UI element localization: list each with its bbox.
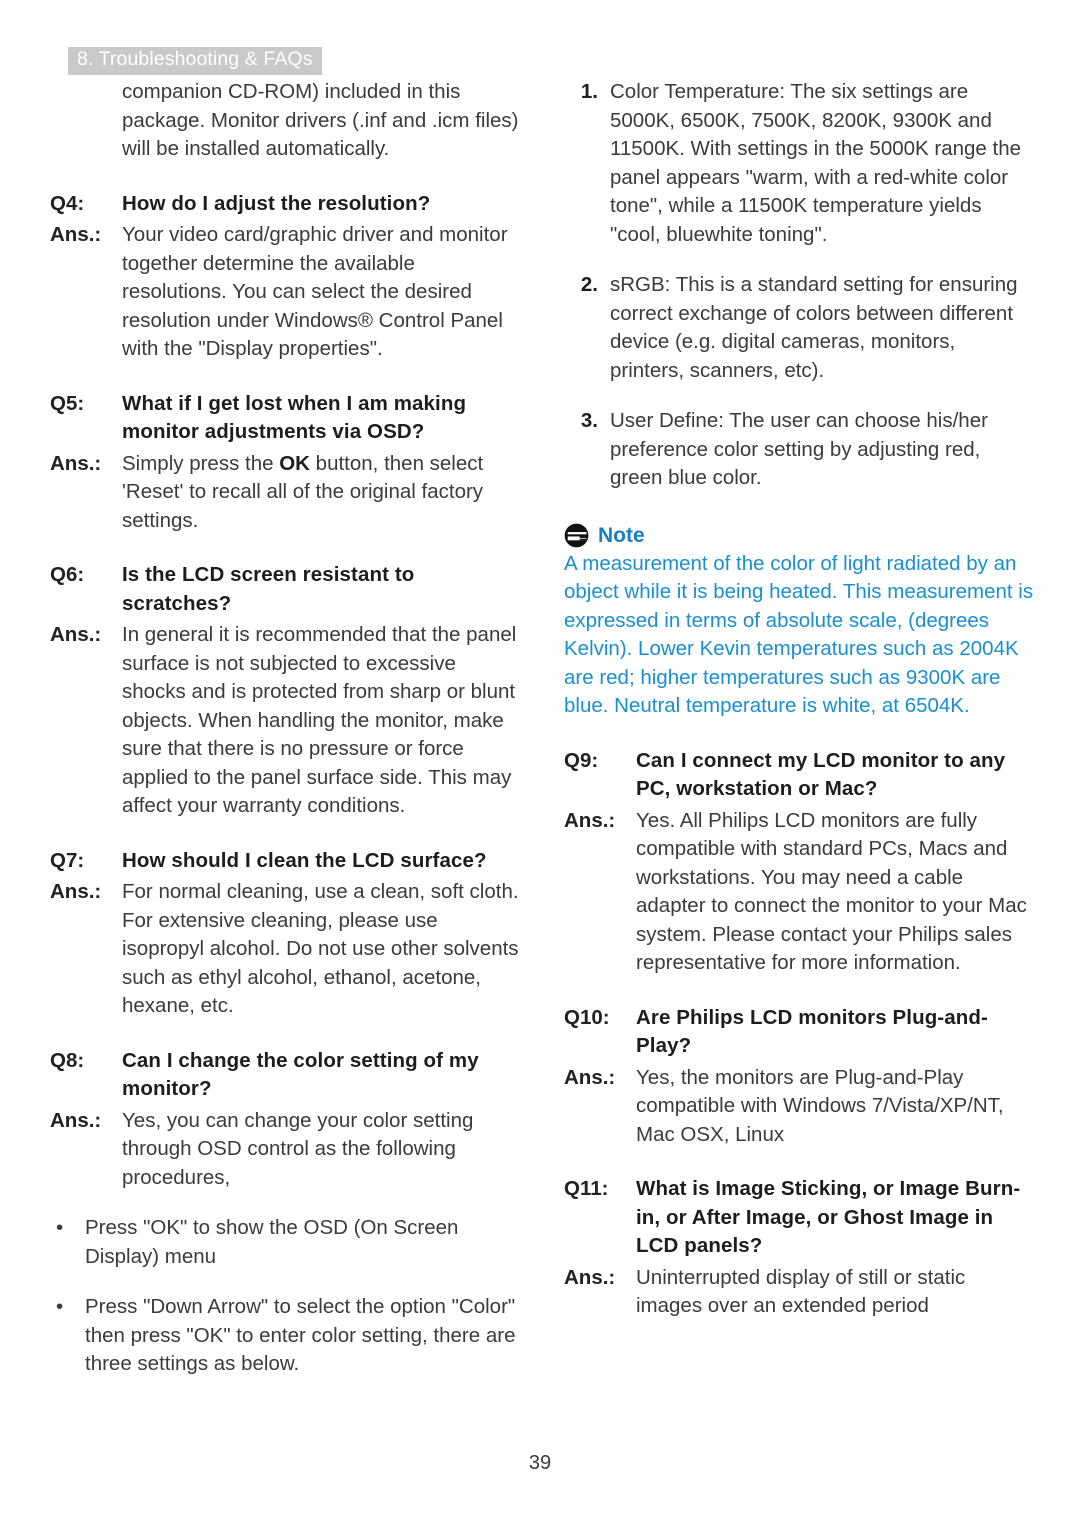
- q5-answer-label: Ans.:: [50, 451, 102, 475]
- q11-label: Q11:: [564, 1177, 609, 1200]
- q10-answer-label: Ans.:: [564, 1065, 616, 1089]
- qa-answer-q7: Ans.: For normal cleaning, use a clean, …: [50, 878, 520, 1021]
- qa-question-q7: Q7: How should I clean the LCD surface?: [50, 847, 520, 876]
- q6-answer-text: In general it is recommended that the pa…: [122, 623, 517, 817]
- qa-question-q8: Q8: Can I change the color setting of my…: [50, 1047, 520, 1104]
- left-column: companion CD-ROM) included in this packa…: [50, 78, 520, 1379]
- q5-answer-text: Simply press the OK button, then select …: [122, 450, 520, 536]
- qa-question-q10: Q10: Are Philips LCD monitors Plug-and-P…: [564, 1004, 1034, 1061]
- numbered-text-1: Color Temperature: The six settings are …: [610, 80, 1022, 246]
- qa-question-q9: Q9: Can I connect my LCD monitor to any …: [564, 747, 1034, 804]
- bullet-icon: •: [56, 1216, 64, 1239]
- qa-answer-q11: Ans.: Uninterrupted display of still or …: [564, 1264, 1034, 1321]
- q10-label: Q10:: [564, 1005, 610, 1029]
- qa-answer-q6: Ans.: In general it is recommended that …: [50, 621, 520, 821]
- qa-answer-q10: Ans.: Yes, the monitors are Plug-and-Pla…: [564, 1064, 1034, 1150]
- qa-answer-q9: Ans.: Yes. All Philips LCD monitors are …: [564, 807, 1034, 978]
- qa-question-q6: Q6: Is the LCD screen resistant to scrat…: [50, 561, 520, 618]
- numbered-list-item: 2. sRGB: This is a standard setting for …: [564, 271, 1034, 385]
- numbered-marker-2: 2.: [580, 273, 598, 296]
- q5-answer-ok-keyword: OK: [279, 451, 310, 475]
- q11-answer-text: Uninterrupted display of still or static…: [636, 1265, 966, 1318]
- q7-question-text: How should I clean the LCD surface?: [122, 848, 487, 872]
- q10-question-text: Are Philips LCD monitors Plug-and-Play?: [636, 1005, 988, 1058]
- list-item: • Press "OK" to show the OSD (On Screen …: [50, 1214, 520, 1271]
- q4-label: Q4:: [50, 191, 85, 215]
- qa-question-q5: Q5: What if I get lost when I am making …: [50, 390, 520, 447]
- q4-answer-text: Your video card/graphic driver and monit…: [122, 223, 508, 360]
- note-callout: Note A measurement of the color of light…: [564, 523, 1034, 721]
- q8-answer-text: Yes, you can change your color setting t…: [122, 1108, 474, 1189]
- qa-answer-q4: Ans.: Your video card/graphic driver and…: [50, 221, 520, 364]
- q7-answer-label: Ans.:: [50, 880, 102, 903]
- q4-answer-label: Ans.:: [50, 223, 102, 246]
- q6-answer-label: Ans.:: [50, 623, 102, 646]
- q5-answer-pre: Simply press the: [122, 451, 280, 475]
- q7-label: Q7:: [50, 848, 85, 872]
- note-icon: [564, 523, 589, 547]
- qa-question-q4: Q4: How do I adjust the resolution?: [50, 190, 520, 219]
- q8-answer-label: Ans.:: [50, 1108, 102, 1132]
- qa-answer-q5: Ans.: Simply press the OK button, then s…: [50, 450, 520, 536]
- right-column: 1. Color Temperature: The six settings a…: [564, 78, 1034, 1379]
- numbered-text-2: sRGB: This is a standard setting for ens…: [610, 273, 1018, 382]
- continued-paragraph: companion CD-ROM) included in this packa…: [122, 80, 519, 160]
- note-body-text: A measurement of the color of light radi…: [564, 551, 1034, 718]
- q9-label: Q9:: [564, 748, 599, 772]
- q9-answer-label: Ans.:: [564, 808, 616, 832]
- qa-answer-q8: Ans.: Yes, you can change your color set…: [50, 1107, 520, 1193]
- numbered-marker-3: 3.: [580, 409, 598, 432]
- bullet-text-1: Press "OK" to show the OSD (On Screen Di…: [85, 1216, 459, 1268]
- numbered-text-3: User Define: The user can choose his/her…: [610, 409, 988, 489]
- qa-question-q11: Q11: What is Image Sticking, or Image Bu…: [564, 1175, 1034, 1261]
- chapter-header: 8. Troubleshooting & FAQs: [68, 47, 322, 75]
- note-header: Note: [564, 523, 1034, 548]
- q11-answer-label: Ans.:: [564, 1265, 616, 1289]
- q4-question-text: How do I adjust the resolution?: [122, 191, 431, 215]
- page-number: 39: [528, 1452, 552, 1474]
- q5-question-text: What if I get lost when I am making moni…: [122, 391, 467, 444]
- numbered-marker-1: 1.: [580, 80, 598, 103]
- page-columns: companion CD-ROM) included in this packa…: [0, 78, 1080, 1379]
- q9-question-text: Can I connect my LCD monitor to any PC, …: [636, 748, 1006, 801]
- numbered-list-item: 1. Color Temperature: The six settings a…: [564, 78, 1034, 249]
- numbered-list-item: 3. User Define: The user can choose his/…: [564, 407, 1034, 493]
- q10-answer-text: Yes, the monitors are Plug-and-Play comp…: [636, 1065, 1004, 1146]
- q9-answer-text: Yes. All Philips LCD monitors are fully …: [636, 808, 1027, 975]
- bullet-text-2: Press "Down Arrow" to select the option …: [85, 1295, 516, 1375]
- bullet-icon: •: [56, 1295, 64, 1318]
- q8-label: Q8:: [50, 1048, 85, 1072]
- q6-label: Q6:: [50, 563, 85, 586]
- q6-question-text: Is the LCD screen resistant to scratches…: [122, 563, 415, 615]
- q5-label: Q5:: [50, 391, 85, 415]
- note-title: Note: [598, 523, 645, 547]
- q11-question-text: What is Image Sticking, or Image Burn-in…: [636, 1177, 1021, 1257]
- q8-question-text: Can I change the color setting of my mon…: [122, 1048, 479, 1101]
- q7-answer-text: For normal cleaning, use a clean, soft c…: [122, 880, 519, 1017]
- list-item: • Press "Down Arrow" to select the optio…: [50, 1293, 520, 1379]
